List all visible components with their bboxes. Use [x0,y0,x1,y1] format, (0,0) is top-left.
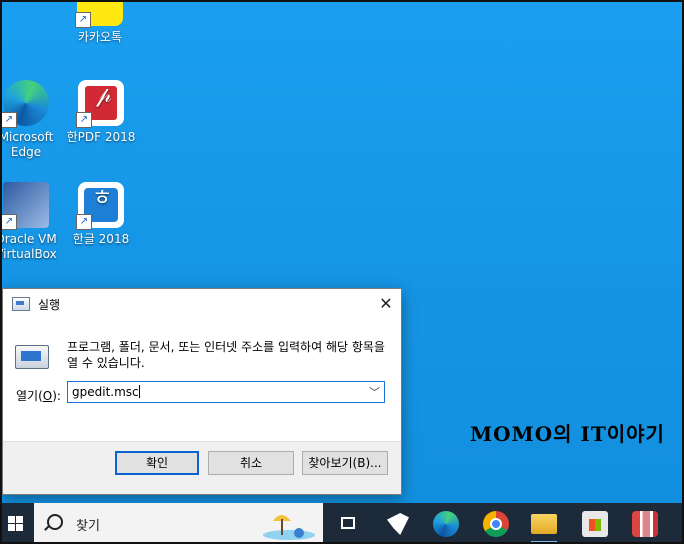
dialog-description: 프로그램, 폴더, 문서, 또는 인터넷 주소를 입력하여 해당 항목을 열 수… [67,340,385,370]
hanpdf-icon: ↗ [76,80,124,128]
close-icon: ✕ [379,294,393,313]
desktop-icon-hanpdf[interactable]: ↗ 한PDF 2018 [59,80,143,145]
edge-taskbar-icon[interactable] [433,511,459,537]
watermark: MOMO의 IT이야기 [470,422,665,446]
desktop-icon-label: 한글 2018 [72,232,130,246]
desktop-icon-virtualbox[interactable]: ↗ Oracle VM VirtualBox [0,182,68,262]
ok-button[interactable]: 확인 [115,451,199,475]
chevron-down-icon[interactable]: ﹀ [369,384,380,400]
open-label: 열기(O): [16,387,61,404]
edge-icon: ↗ [1,80,49,128]
search-highlight-icon [263,515,315,540]
shortcut-arrow-icon: ↗ [75,12,91,28]
taskbar-search-box[interactable]: 찾기 [34,503,323,544]
shortcut-arrow-icon: ↗ [76,112,92,128]
desktop-icon-hangul[interactable]: ↗ 한글 2018 [59,182,143,247]
desktop-icon-label: Oracle VM VirtualBox [0,232,57,261]
run-dialog: 실행 ✕ 프로그램, 폴더, 문서, 또는 인터넷 주소를 입력하여 해당 항목… [2,288,402,495]
desktop-icon-edge[interactable]: ↗ Microsoft Edge [0,80,68,160]
text-cursor [138,385,140,398]
dialog-title: 실행 [38,297,61,312]
dialog-body: 프로그램, 폴더, 문서, 또는 인터넷 주소를 입력하여 해당 항목을 열 수… [3,319,401,442]
shortcut-arrow-icon: ↗ [76,214,92,230]
app-icon-striped[interactable] [632,511,658,537]
search-icon [47,514,63,530]
open-label-suffix: ): [52,389,61,403]
close-button[interactable]: ✕ [371,289,401,319]
desktop-icon-label: 한PDF 2018 [66,130,136,144]
start-button[interactable] [0,503,30,544]
browse-button[interactable]: 찾아보기(B)... [302,451,388,475]
desktop-icon-kakaotalk[interactable]: ↗ 카카오톡 [58,0,142,45]
store-icon[interactable] [582,511,608,537]
run-program-icon [15,345,49,369]
shortcut-arrow-icon: ↗ [1,112,17,128]
shortcut-arrow-icon: ↗ [1,214,17,230]
taskbar: 찾기 [0,503,684,544]
task-view-icon[interactable] [336,511,362,537]
open-command-combobox[interactable]: gpedit.msc ﹀ [67,381,385,403]
open-label-accesskey: O [42,389,53,403]
windows-logo-icon [7,516,23,531]
open-label-text: 열기( [16,389,43,403]
desktop-icon-label: Microsoft Edge [0,130,54,159]
open-command-value[interactable]: gpedit.msc [72,385,140,399]
desktop-icon-label: 카카오톡 [77,30,123,44]
dialog-titlebar[interactable]: 실행 ✕ [3,289,401,319]
cancel-button[interactable]: 취소 [208,451,294,475]
run-icon [12,297,30,311]
app-icon-bird[interactable] [385,511,411,537]
virtualbox-icon: ↗ [1,182,49,230]
file-explorer-icon[interactable] [531,514,557,534]
kakaotalk-icon: ↗ [75,0,123,28]
chrome-icon[interactable] [483,511,509,537]
command-text: gpedit.msc [72,385,139,399]
search-placeholder: 찾기 [76,519,100,534]
hangul-icon: ↗ [76,182,124,230]
